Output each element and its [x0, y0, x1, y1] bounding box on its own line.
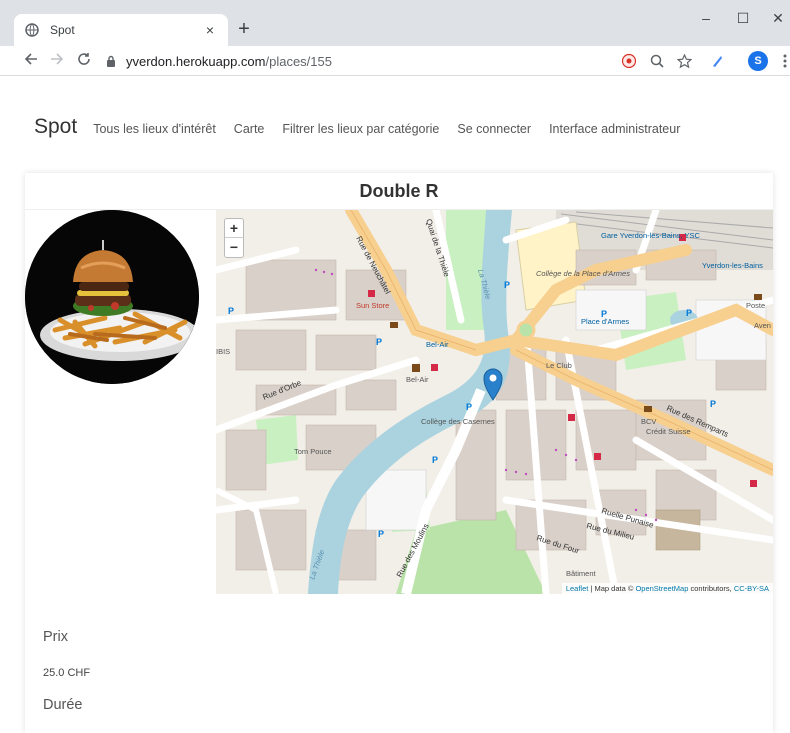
browser-tab-bar: Spot × + – ☐ ✕ — [0, 0, 790, 46]
zoom-in-button[interactable]: + — [225, 219, 243, 238]
duration-label: Durée — [43, 697, 83, 713]
map-label-credit-suisse: Crédit Suisse — [646, 427, 691, 436]
map-label-bcv: BCV — [641, 417, 656, 426]
forward-arrow-icon[interactable] — [48, 52, 66, 71]
license-link[interactable]: CC-BY-SA — [734, 584, 769, 593]
svg-text:P: P — [376, 337, 382, 347]
svg-text:P: P — [686, 308, 692, 318]
attribution-contrib: contributors, — [688, 584, 734, 593]
map-label-bel-air: Bel-Air — [426, 340, 449, 349]
globe-icon — [24, 22, 40, 38]
svg-text:P: P — [466, 402, 472, 412]
menu-dots-icon[interactable] — [776, 52, 790, 70]
map-label-yverdon-bains: Yverdon-les-Bains — [702, 261, 763, 270]
location-map[interactable]: PPP PPP PPP Sun Store Bel-Air Bel-Air Le… — [216, 210, 773, 594]
browser-toolbar: yverdon.herokuapp.com/places/155 S — [0, 46, 790, 76]
leaflet-link[interactable]: Leaflet — [566, 584, 589, 593]
map-label-bel-air-2: Bel-Air — [406, 375, 429, 384]
browser-tab[interactable]: Spot × — [14, 14, 228, 46]
map-label-tom-pouce: Tom Pouce — [294, 447, 332, 456]
lock-icon — [104, 54, 118, 68]
address-bar[interactable]: yverdon.herokuapp.com/places/155 — [104, 49, 704, 73]
map-label-place-armes: Place d'Armes — [581, 317, 629, 326]
attribution-text: | Map data © — [588, 584, 636, 593]
zoom-out-button[interactable]: − — [225, 238, 243, 257]
map-zoom-control: + − — [224, 218, 244, 258]
url-path: /places/155 — [265, 53, 332, 69]
nav-link-filter[interactable]: Filtrer les lieux par catégorie — [282, 122, 439, 136]
price-label: Prix — [43, 629, 68, 645]
profile-avatar[interactable]: S — [748, 51, 768, 71]
osm-link[interactable]: OpenStreetMap — [635, 584, 688, 593]
page-content: Spot Tous les lieux d'intérêt Carte Filt… — [0, 77, 790, 733]
site-navbar: Spot Tous les lieux d'intérêt Carte Filt… — [34, 115, 698, 139]
translate-icon[interactable] — [620, 52, 638, 70]
price-value: 25.0 CHF — [43, 667, 91, 679]
place-card: Double R P P P P P P P P P Sun Store Bel… — [25, 173, 773, 733]
svg-text:P: P — [504, 280, 510, 290]
url-host: yverdon.herokuapp.com — [126, 53, 266, 69]
svg-text:P: P — [228, 306, 234, 316]
place-photo — [25, 210, 199, 384]
back-arrow-icon[interactable] — [22, 52, 40, 71]
svg-text:P: P — [432, 455, 438, 465]
bookmark-star-icon[interactable] — [675, 52, 693, 70]
reload-icon[interactable] — [75, 52, 93, 71]
zoom-icon[interactable] — [648, 52, 666, 70]
nav-link-login[interactable]: Se connecter — [457, 122, 531, 136]
extension-icon[interactable] — [708, 52, 726, 70]
new-tab-button[interactable]: + — [234, 17, 254, 41]
maximize-button[interactable]: ☐ — [733, 10, 753, 27]
close-window-button[interactable]: ✕ — [768, 10, 788, 27]
nav-link-admin[interactable]: Interface administrateur — [549, 122, 680, 136]
minimize-button[interactable]: – — [696, 10, 716, 26]
map-label-ibis: IBIS — [216, 347, 230, 356]
close-tab-icon[interactable]: × — [202, 22, 218, 38]
map-label-aven: Aven — [754, 321, 771, 330]
map-label-le-club: Le Club — [546, 361, 572, 370]
place-title: Double R — [25, 173, 773, 210]
url-text: yverdon.herokuapp.com/places/155 — [126, 54, 332, 69]
nav-link-map[interactable]: Carte — [234, 122, 265, 136]
map-label-sun-store: Sun Store — [356, 301, 389, 310]
map-label-poste: Poste — [746, 301, 765, 310]
map-label-gare: Gare Yverdon-les-Bains, YSC — [601, 231, 701, 240]
site-brand[interactable]: Spot — [34, 115, 77, 139]
map-label-college-casernes: Collège des Casernes — [421, 417, 495, 426]
svg-text:P: P — [710, 399, 716, 409]
map-label-batiment: Bâtiment — [566, 569, 597, 578]
map-label-college-place: Collège de la Place d'Armes — [536, 269, 630, 278]
map-attribution: Leaflet | Map data © OpenStreetMap contr… — [561, 583, 773, 594]
tab-title: Spot — [50, 23, 75, 37]
svg-text:P: P — [378, 529, 384, 539]
nav-link-all-places[interactable]: Tous les lieux d'intérêt — [93, 122, 216, 136]
